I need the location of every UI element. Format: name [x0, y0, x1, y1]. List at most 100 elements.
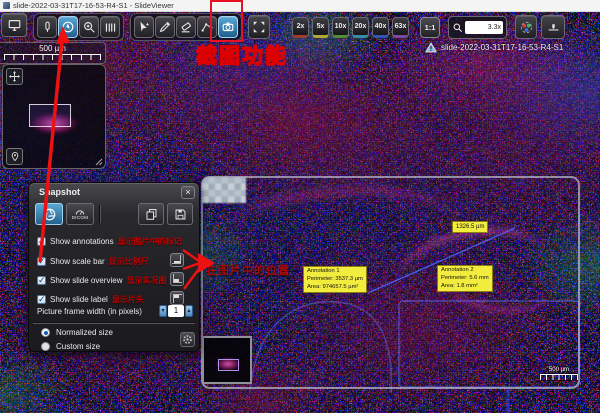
zoom-level-label: 63x	[395, 23, 407, 30]
zoom-search-button[interactable]	[79, 16, 99, 38]
camera-icon	[221, 20, 235, 34]
checkbox-label: Show slide label	[50, 295, 108, 304]
tutorial-note-position: 在图片中的位置	[206, 262, 290, 278]
snapshot-camera-button[interactable]	[218, 16, 238, 38]
checkbox-label: Show slide overview	[50, 276, 122, 285]
show-slide-overview-row: Show slide overview 显示实况图	[37, 274, 166, 286]
frame-width-row: Picture frame width (in pixels) ▾ 1 ▴	[37, 305, 193, 317]
barcode-button[interactable]	[100, 16, 120, 38]
measurement-value: 1326.5 µm	[456, 224, 484, 230]
zoom-value-input[interactable]: 3.3x	[465, 21, 503, 34]
viewer-scale-bar: 500 µm	[0, 42, 106, 64]
annotation-1-label[interactable]: Annotation 1 Perimeter: 3537.3 µm Area: …	[303, 266, 367, 293]
zoom-63x-button[interactable]: 63x	[392, 17, 409, 38]
copy-to-clipboard-button[interactable]	[138, 203, 164, 225]
monitor-button[interactable]	[1, 13, 27, 37]
main-toolbar: 2x 5x 10x 20x 40x 63x 1:1 3.3x	[33, 13, 565, 41]
resize-handle[interactable]	[95, 158, 103, 166]
levels-adjust-icon	[546, 21, 561, 34]
warning-triangle-icon	[425, 42, 437, 53]
take-snapshot-button[interactable]	[35, 203, 63, 225]
eraser-icon	[179, 20, 193, 34]
show-annotations-checkbox[interactable]	[37, 237, 46, 246]
navigation-tool-group	[33, 13, 124, 41]
zoom-10x-button[interactable]: 10x	[332, 17, 349, 38]
window-title: slide-2022-03-31T17-16-53-R4-S1 - SlideV…	[13, 1, 174, 10]
draw-pencil-button[interactable]	[155, 16, 175, 38]
checkbox-label: Show annotations	[50, 237, 114, 246]
cursor-icon	[137, 20, 151, 34]
custom-size-radio[interactable]	[41, 342, 50, 351]
gear-icon	[182, 334, 193, 345]
measure-button[interactable]	[197, 16, 217, 38]
zoom-40x-button[interactable]: 40x	[372, 17, 389, 38]
shutter-icon	[42, 207, 57, 222]
zoom-level-label: 20x	[355, 23, 367, 30]
zoom-1to1-button[interactable]: 1:1	[420, 17, 440, 38]
show-slide-overview-checkbox[interactable]	[37, 276, 46, 285]
zoom-5x-button[interactable]: 5x	[312, 17, 329, 38]
annotation-area: Area: 974657.5 µm²	[307, 284, 363, 292]
snapshot-frame	[201, 176, 580, 389]
eraser-button[interactable]	[176, 16, 196, 38]
pencil-icon	[158, 20, 172, 34]
frame-width-decrease-button[interactable]: ▾	[159, 305, 167, 317]
frame-width-increase-button[interactable]: ▴	[185, 305, 193, 317]
compass-tool-button[interactable]	[58, 16, 78, 38]
copy-icon	[145, 207, 158, 221]
radio-label: Normalized size	[56, 328, 113, 337]
show-slide-label-checkbox[interactable]	[37, 295, 46, 304]
overview-view-rectangle[interactable]	[29, 104, 71, 127]
annotation-perimeter: Perimeter: 3537.3 µm	[307, 276, 363, 284]
snapshot-scale-bar: 500 µm	[540, 367, 578, 380]
tutorial-note: 显示实况图	[126, 275, 166, 286]
slide-overview-position-button[interactable]	[170, 272, 184, 286]
dicom-label: DICOM	[72, 215, 89, 220]
separator	[33, 322, 195, 324]
zoom-2x-button[interactable]: 2x	[292, 17, 309, 38]
annotation-area: Area: 1.8 mm²	[441, 283, 489, 291]
slide-canvas[interactable]: 500 µm 1326.5 µm Annotation 1 Perimeter:…	[0, 12, 600, 413]
channels-button[interactable]	[515, 15, 537, 39]
window-titlebar: slide-2022-03-31T17-16-53-R4-S1 - SlideV…	[0, 0, 600, 12]
dialog-title: Snapshot	[39, 187, 80, 197]
settings-gear-button[interactable]	[180, 332, 195, 347]
levels-button[interactable]	[541, 15, 565, 39]
slide-overview-panel[interactable]	[2, 64, 106, 169]
slide-name-text: slide-2022-03-31T17-16-53-R4-S1	[441, 43, 563, 52]
frame-width-input[interactable]: 1	[168, 305, 184, 317]
save-snapshot-button[interactable]	[167, 203, 193, 225]
snapshot-dialog: Snapshot × DICOM	[28, 182, 200, 352]
slideviewer-window: slide-2022-03-31T17-16-53-R4-S1 - SlideV…	[0, 0, 600, 413]
zoom-level-label: 5x	[317, 23, 325, 30]
move-overview-button[interactable]	[6, 68, 23, 85]
pin-overview-button[interactable]	[6, 148, 23, 165]
scale-bar-ticks	[540, 374, 578, 380]
checkbox-label: Show scale bar	[50, 257, 105, 266]
fullscreen-button[interactable]	[248, 15, 270, 39]
zoom-20x-button[interactable]: 20x	[352, 17, 369, 38]
overview-view-rectangle	[218, 359, 239, 371]
monitor-icon	[7, 18, 22, 32]
dicom-export-button[interactable]: DICOM	[66, 203, 94, 225]
measurement-label[interactable]: 1326.5 µm	[452, 221, 488, 233]
scale-bar-position-button[interactable]	[170, 253, 184, 267]
slide-label-position-button[interactable]	[170, 291, 184, 305]
tutorial-note: 显示片头	[112, 294, 144, 305]
zoom-value-control: 3.3x	[448, 16, 507, 39]
show-annotations-row: Show annotations 显示图片中的标记	[37, 235, 182, 247]
corner-position-icon	[174, 279, 179, 282]
select-cursor-button[interactable]	[134, 16, 154, 38]
close-icon: ×	[185, 188, 190, 197]
slide-tool-button[interactable]	[37, 16, 57, 38]
normalized-size-radio[interactable]	[41, 328, 50, 337]
annotation-2-label[interactable]: Annotation 2 Perimeter: 5.6 mm Area: 1.8…	[437, 265, 493, 292]
show-scale-bar-checkbox[interactable]	[37, 257, 46, 266]
close-button[interactable]: ×	[181, 186, 195, 199]
tutorial-note-screenshot: 截图功能	[196, 40, 288, 70]
show-scale-bar-row: Show scale bar 显示比例尺	[37, 255, 149, 267]
fullscreen-icon	[252, 20, 266, 34]
corner-position-icon	[174, 295, 179, 298]
normalized-size-row: Normalized size	[41, 328, 113, 337]
scale-bar-value: 500 µm	[540, 367, 578, 373]
